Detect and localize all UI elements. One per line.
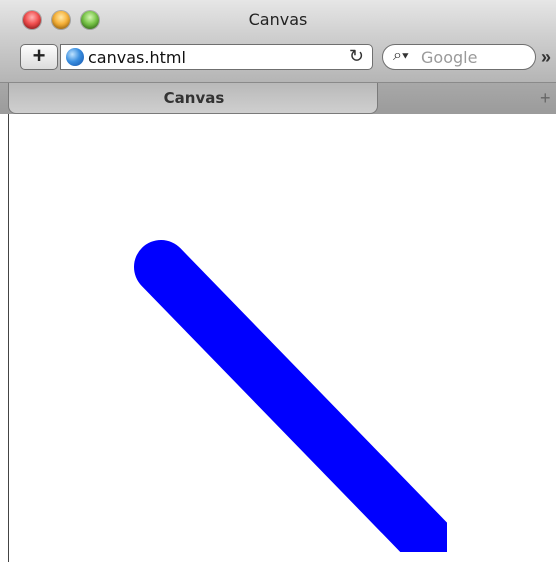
canvas <box>134 240 447 552</box>
search-input[interactable]: ⌕▾ Google <box>382 44 536 70</box>
address-bar[interactable]: canvas.html ↻ <box>60 44 373 70</box>
blue-diagonal-line <box>134 240 447 552</box>
overflow-icon[interactable]: » <box>541 47 551 68</box>
globe-icon <box>66 48 84 66</box>
address-text[interactable]: canvas.html <box>88 48 186 67</box>
toolbar: + canvas.html ↻ ⌕▾ Google » <box>0 36 556 82</box>
search-placeholder: Google <box>421 48 478 67</box>
new-tab-icon[interactable]: + <box>540 88 551 109</box>
browser-window: Canvas + canvas.html ↻ ⌕▾ Google » Canva… <box>0 0 556 562</box>
title-bar: Canvas <box>0 0 556 36</box>
tab-bar: Canvas + <box>0 82 556 114</box>
reload-icon[interactable]: ↻ <box>349 46 364 67</box>
window-title: Canvas <box>248 10 308 29</box>
add-bookmark-button[interactable]: + <box>20 44 58 70</box>
search-icon[interactable]: ⌕▾ <box>393 47 409 65</box>
tab-label: Canvas <box>163 89 225 107</box>
tab-canvas[interactable]: Canvas <box>8 83 378 114</box>
page-content <box>8 114 556 562</box>
